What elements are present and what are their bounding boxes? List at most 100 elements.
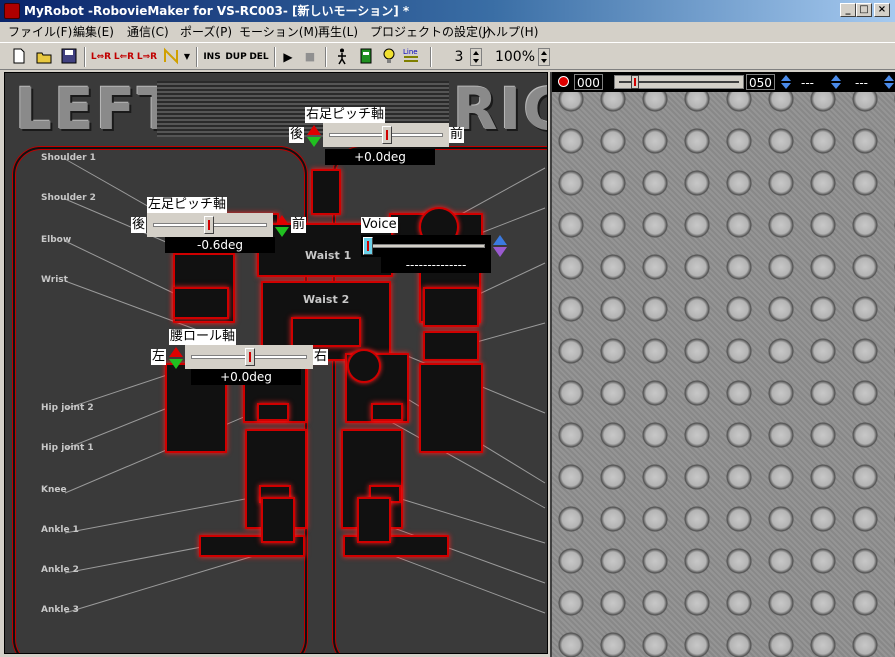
dropdown-arrow-icon[interactable]: ▼ [182, 47, 192, 67]
close-button[interactable]: × [874, 3, 890, 17]
toolbar-separator [274, 47, 276, 67]
left-pitch-front-label: 前 [291, 217, 307, 233]
right-pitch-value: +0.0deg [325, 149, 435, 165]
menu-play[interactable]: 再生(L) [318, 22, 358, 42]
waist-roll-step-arrows[interactable] [169, 347, 183, 369]
hip-center-part[interactable] [291, 317, 361, 347]
maximize-button[interactable]: □ [856, 3, 872, 17]
title-bar[interactable]: MyRobot -RobovieMaker for VS-RC003- [新しい… [0, 0, 895, 22]
menu-pose[interactable]: ポーズ(P) [180, 22, 232, 42]
right-pitch-front-label: 前 [449, 127, 465, 143]
save-icon[interactable] [60, 47, 78, 65]
person-icon[interactable] [333, 47, 351, 65]
app-icon [4, 3, 20, 19]
waist-roll-right-label: 右 [313, 349, 329, 365]
right-hip-joint1-part[interactable] [371, 403, 403, 421]
right-pitch-thumb[interactable] [382, 126, 392, 144]
left-pitch-slider[interactable] [147, 213, 273, 237]
voice-value: -------------- [381, 257, 491, 273]
mirror-both-button[interactable]: L⇔R [90, 47, 112, 67]
label-wrist: Wrist [41, 275, 68, 285]
toolbar-separator [84, 47, 86, 67]
stop-icon[interactable]: ■ [302, 47, 318, 67]
play-icon[interactable]: ▶ [280, 47, 296, 67]
label-ankle-2: Ankle 2 [41, 565, 79, 575]
menu-edit[interactable]: 編集(E) [73, 22, 114, 42]
right-ankle2-part[interactable] [357, 497, 391, 543]
lightbulb-icon[interactable] [380, 47, 398, 65]
timeline-end[interactable]: 050 [746, 74, 775, 90]
timeline-panel: 000 050 --- --- [550, 72, 895, 657]
label-elbow: Elbow [41, 235, 72, 245]
timeline-field-4[interactable]: --- [852, 74, 871, 90]
voice-thumb[interactable] [363, 237, 373, 255]
timeline-field-3[interactable]: --- [798, 74, 817, 90]
delete-button[interactable]: DEL [248, 47, 270, 67]
label-shoulder-1: Shoulder 1 [41, 153, 96, 163]
waist-roll-thumb[interactable] [245, 348, 255, 366]
toolbar: L⇔R L⇐R L⇒R ▼ INS DUP DEL ▶ ■ Line 3 100… [0, 42, 895, 110]
waist-roll-left-label: 左 [151, 349, 167, 365]
menu-motion[interactable]: モーション(M) [239, 22, 318, 42]
label-ankle-3: Ankle 3 [41, 605, 79, 615]
zoom-value[interactable]: 100% [494, 47, 536, 67]
waist1-label: Waist 1 [305, 249, 352, 262]
right-forearm-part[interactable] [419, 363, 483, 453]
svg-text:Line: Line [403, 48, 418, 56]
toolbar-separator [430, 47, 432, 67]
right-pitch-slider[interactable] [323, 123, 449, 147]
main-window: MyRobot -RobovieMaker for VS-RC003- [新しい… [0, 0, 895, 657]
label-hip-joint-2: Hip joint 2 [41, 403, 94, 413]
right-pitch-title: 右足ピッチ軸 [305, 107, 386, 123]
menu-communication[interactable]: 通信(C) [127, 22, 169, 42]
robot-icon[interactable] [357, 47, 375, 65]
head-part[interactable] [311, 169, 341, 215]
right-hip-joint-part[interactable] [347, 349, 381, 383]
zoom-spinner[interactable] [538, 48, 550, 66]
insert-button[interactable]: INS [201, 47, 223, 67]
mirror-to-left-button[interactable]: L⇐R [113, 47, 135, 67]
label-shoulder-2: Shoulder 2 [41, 193, 96, 203]
waist-roll-title: 腰ロール軸 [169, 329, 237, 345]
timeline-field-3-spinner[interactable] [830, 74, 842, 90]
waist-roll-value: +0.0deg [191, 369, 301, 385]
robot-pose-panel: LEFT RIG [4, 72, 548, 654]
timeline-field-4-spinner[interactable] [883, 74, 895, 90]
voice-slider[interactable] [361, 235, 491, 257]
left-elbow-part[interactable] [173, 287, 229, 319]
record-led-icon[interactable] [558, 76, 569, 87]
left-ankle2-part[interactable] [261, 497, 295, 543]
step-value[interactable]: 3 [450, 47, 468, 67]
duplicate-button[interactable]: DUP [224, 47, 248, 67]
minimize-button[interactable]: _ [840, 3, 856, 17]
line-icon[interactable]: Line [402, 47, 420, 65]
voice-title: Voice [361, 217, 398, 233]
timeline-thumb[interactable] [631, 75, 639, 89]
menu-project-settings[interactable]: プロジェクトの設定(J) [370, 22, 491, 42]
timeline-start[interactable]: 000 [574, 74, 603, 90]
step-spinner[interactable] [470, 48, 482, 66]
left-pitch-step-arrows[interactable] [275, 215, 289, 237]
timeline-bar: 000 050 --- --- [552, 72, 895, 92]
window-title: MyRobot -RobovieMaker for VS-RC003- [新しい… [24, 4, 410, 18]
label-ankle-1: Ankle 1 [41, 525, 79, 535]
waist-roll-slider[interactable] [185, 345, 313, 369]
right-wrist-part[interactable] [423, 331, 479, 361]
voice-step-arrows[interactable] [493, 235, 507, 257]
left-pitch-value: -0.6deg [165, 237, 275, 253]
toolbar-separator [325, 47, 327, 67]
new-file-icon[interactable] [10, 47, 28, 65]
timeline-slider[interactable] [614, 75, 744, 89]
curve-icon[interactable] [162, 47, 180, 65]
right-pitch-step-arrows[interactable] [307, 125, 321, 147]
right-pitch-back-label: 後 [289, 127, 305, 143]
left-hip-joint1-part[interactable] [257, 403, 289, 421]
left-pitch-thumb[interactable] [204, 216, 214, 234]
mirror-to-right-button[interactable]: L⇒R [136, 47, 158, 67]
menu-file[interactable]: ファイル(F) [8, 22, 72, 42]
timeline-end-spinner[interactable] [780, 74, 792, 90]
right-elbow-part[interactable] [423, 287, 479, 327]
waist2-label: Waist 2 [303, 293, 350, 306]
menu-help[interactable]: ヘルプ(H) [484, 22, 538, 42]
open-folder-icon[interactable] [35, 47, 53, 65]
